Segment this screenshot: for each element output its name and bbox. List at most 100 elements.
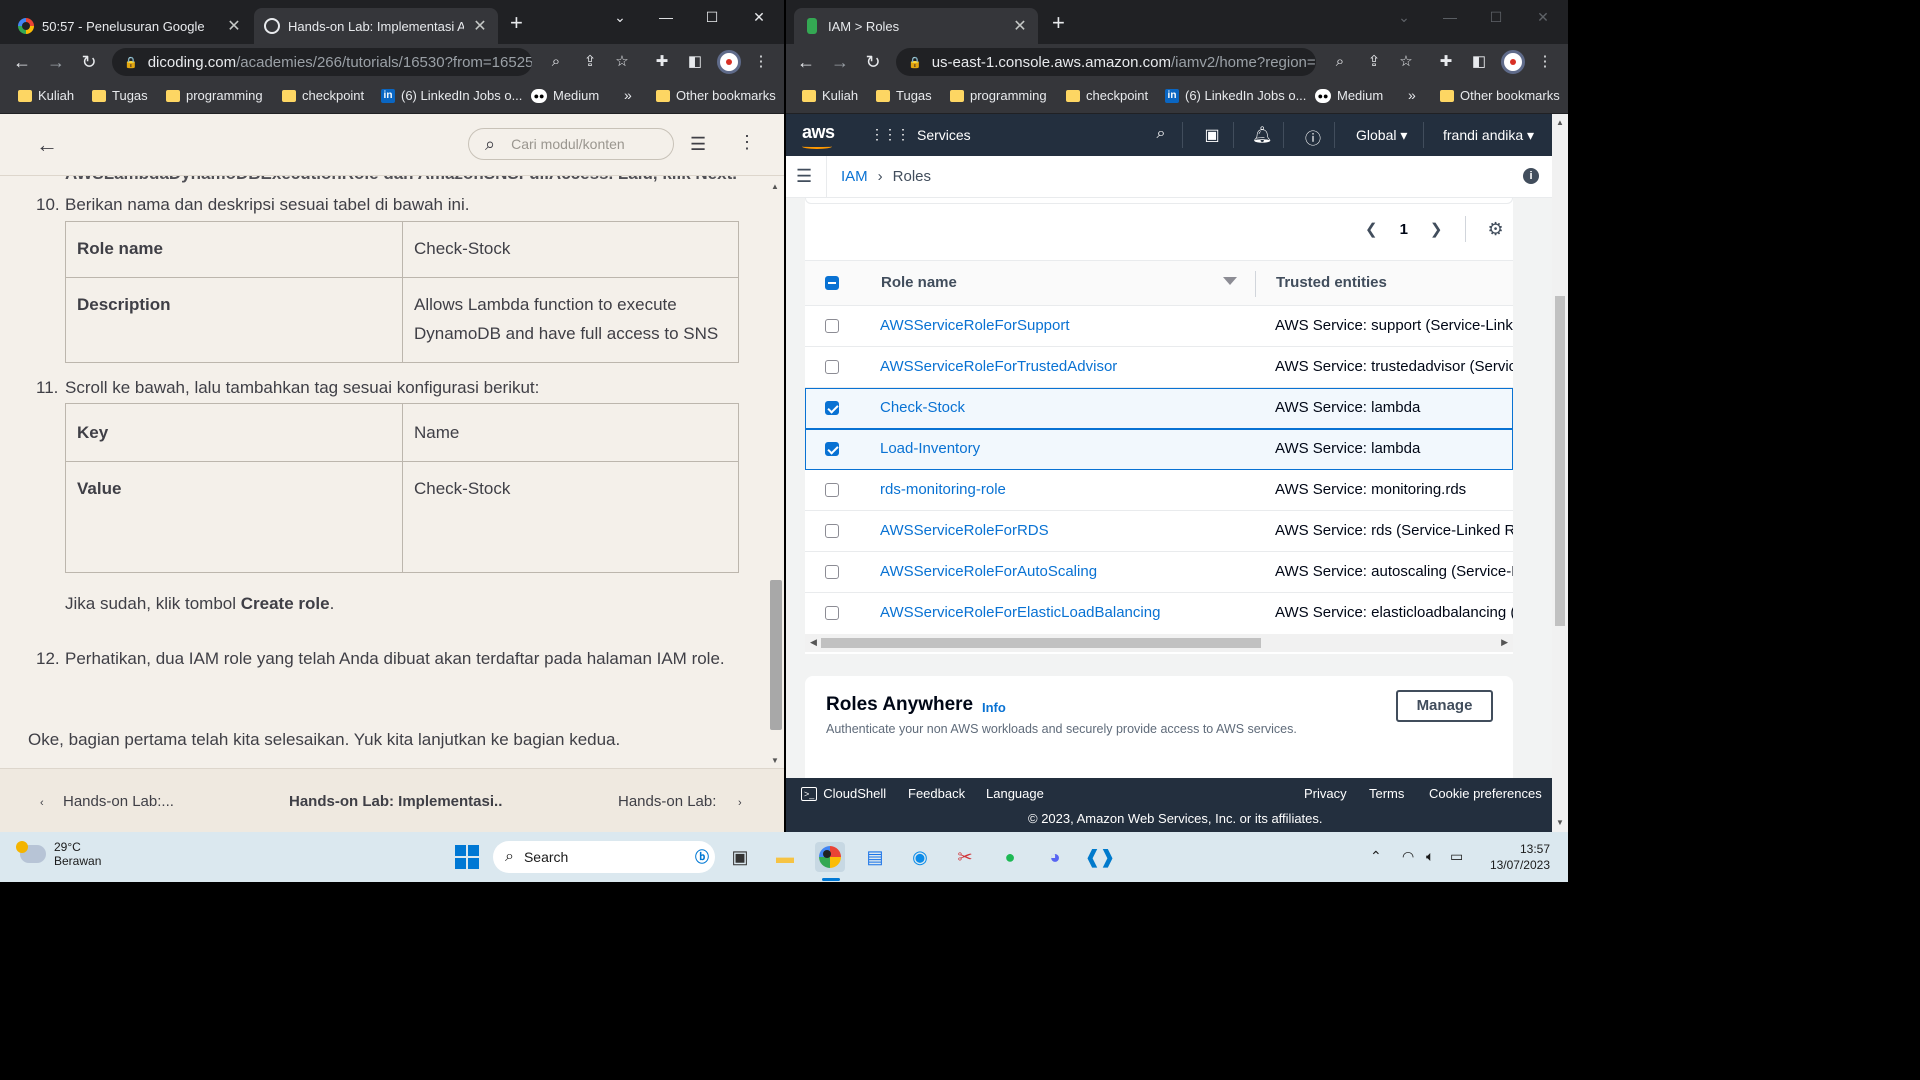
- aws-logo[interactable]: aws: [802, 122, 835, 149]
- maximize-button[interactable]: ☐: [1473, 8, 1519, 26]
- cloudshell-button[interactable]: >_ CloudShell: [801, 786, 886, 801]
- minimize-button[interactable]: —: [1427, 8, 1473, 26]
- wifi-icon[interactable]: ◠: [1402, 848, 1414, 865]
- cookie-preferences-link[interactable]: Cookie preferences: [1429, 786, 1542, 801]
- forward-icon[interactable]: →: [828, 50, 852, 74]
- file-explorer-icon[interactable]: ▬: [770, 842, 800, 872]
- table-row[interactable]: AWSServiceRoleForAutoScaling AWS Service…: [805, 552, 1513, 593]
- other-bookmarks[interactable]: Other bookmarks: [656, 88, 776, 103]
- row-checkbox[interactable]: [825, 319, 839, 333]
- more-options-icon[interactable]: ⋮: [738, 132, 756, 153]
- row-checkbox[interactable]: [825, 606, 839, 620]
- table-row[interactable]: rds-monitoring-role AWS Service: monitor…: [805, 470, 1513, 511]
- table-row-selected[interactable]: Check-Stock AWS Service: lambda: [805, 388, 1513, 429]
- profile-avatar[interactable]: [1501, 50, 1525, 74]
- side-panel-icon[interactable]: ◧: [1469, 52, 1489, 72]
- role-name-link[interactable]: AWSServiceRoleForSupport: [880, 317, 1070, 334]
- extensions-icon[interactable]: ✚: [1436, 52, 1456, 72]
- chrome-icon[interactable]: [815, 842, 845, 872]
- menu-kebab-icon[interactable]: ⋮: [751, 52, 771, 72]
- column-divider[interactable]: [1255, 271, 1256, 297]
- hamburger-menu-icon[interactable]: ☰: [796, 166, 812, 187]
- row-checkbox[interactable]: [825, 442, 839, 456]
- module-list-icon[interactable]: ☰: [690, 134, 706, 155]
- snipping-tool-icon[interactable]: ✂: [950, 842, 980, 872]
- module-search-input[interactable]: ⌕ Cari modul/konten: [468, 128, 674, 160]
- prev-module-link[interactable]: Hands-on Lab:...: [63, 793, 174, 810]
- battery-icon[interactable]: ▭: [1450, 848, 1463, 865]
- bookmark-tugas[interactable]: Tugas: [92, 88, 148, 103]
- table-row[interactable]: AWSServiceRoleForElasticLoadBalancing AW…: [805, 593, 1513, 634]
- bookmark-tugas[interactable]: Tugas: [876, 88, 932, 103]
- bookmark-kuliah[interactable]: Kuliah: [802, 88, 858, 103]
- more-bookmarks-icon[interactable]: »: [1408, 87, 1416, 103]
- manage-button[interactable]: Manage: [1396, 690, 1493, 722]
- row-checkbox[interactable]: [825, 360, 839, 374]
- role-name-link[interactable]: AWSServiceRoleForRDS: [880, 522, 1049, 539]
- notifications-bell-icon[interactable]: 🔔︎: [1252, 125, 1272, 145]
- close-window-button[interactable]: ✕: [736, 8, 782, 26]
- bookmark-linkedin[interactable]: in (6) LinkedIn Jobs o...: [381, 88, 522, 103]
- chevron-left-icon[interactable]: ‹: [40, 797, 44, 809]
- taskbar-search[interactable]: ⌕ Search ⓑ: [493, 841, 715, 873]
- breadcrumb-iam-link[interactable]: IAM: [841, 168, 868, 185]
- reload-icon[interactable]: ↻: [861, 50, 885, 74]
- column-header-trusted-entities[interactable]: Trusted entities: [1276, 274, 1387, 291]
- role-name-link[interactable]: Check-Stock: [880, 399, 965, 416]
- share-icon[interactable]: ⇪: [1364, 52, 1384, 72]
- prev-page-icon[interactable]: ❮: [1365, 220, 1378, 238]
- maximize-button[interactable]: ☐: [689, 8, 735, 26]
- account-menu[interactable]: frandi andika ▾: [1443, 127, 1534, 144]
- services-menu[interactable]: ⋮⋮⋮ Services: [870, 126, 971, 143]
- next-page-icon[interactable]: ❯: [1430, 220, 1443, 238]
- bookmark-medium[interactable]: ●● Medium: [1315, 88, 1383, 103]
- back-arrow-icon[interactable]: ←: [36, 132, 58, 158]
- share-icon[interactable]: ⇪: [580, 52, 600, 72]
- tab-dicoding[interactable]: Hands-on Lab: Implementasi Arsi ✕: [254, 8, 498, 44]
- privacy-link[interactable]: Privacy: [1304, 786, 1347, 801]
- sort-descending-icon[interactable]: [1223, 277, 1237, 285]
- role-name-link[interactable]: AWSServiceRoleForAutoScaling: [880, 563, 1097, 580]
- bookmark-star-icon[interactable]: ☆: [612, 52, 632, 72]
- minimize-button[interactable]: —: [643, 8, 689, 26]
- page-scrollbar[interactable]: ▲ ▼: [768, 176, 784, 768]
- role-name-link[interactable]: rds-monitoring-role: [880, 481, 1006, 498]
- bookmark-medium[interactable]: ●● Medium: [531, 88, 599, 103]
- scroll-up-icon[interactable]: ▲: [771, 182, 779, 191]
- scrollbar-thumb[interactable]: [770, 580, 782, 730]
- close-tab-icon[interactable]: ✕: [226, 16, 242, 36]
- region-selector[interactable]: Global ▾: [1356, 127, 1407, 144]
- address-bar[interactable]: 🔒 dicoding.com/academies/266/tutorials/1…: [112, 48, 532, 76]
- forward-icon[interactable]: →: [44, 50, 68, 74]
- table-row[interactable]: AWSServiceRoleForTrustedAdvisor AWS Serv…: [805, 347, 1513, 388]
- tab-search-icon[interactable]: ⌄: [1381, 8, 1427, 26]
- role-name-link[interactable]: AWSServiceRoleForTrustedAdvisor: [880, 358, 1117, 375]
- discord-icon[interactable]: ◕: [1040, 842, 1070, 872]
- scroll-right-icon[interactable]: ▶: [1501, 637, 1508, 648]
- table-row[interactable]: AWSServiceRoleForSupport AWS Service: su…: [805, 306, 1513, 347]
- scroll-up-icon[interactable]: ▲: [1556, 118, 1564, 127]
- volume-icon[interactable]: 🔈︎: [1426, 848, 1434, 865]
- other-bookmarks[interactable]: Other bookmarks: [1440, 88, 1560, 103]
- close-tab-icon[interactable]: ✕: [1012, 16, 1028, 36]
- row-checkbox[interactable]: [825, 565, 839, 579]
- address-bar[interactable]: 🔒 us-east-1.console.aws.amazon.com/iamv2…: [896, 48, 1316, 76]
- new-tab-button[interactable]: +: [1052, 12, 1065, 34]
- close-window-button[interactable]: ✕: [1520, 8, 1566, 26]
- vscode-icon[interactable]: ❰❱: [1085, 842, 1115, 872]
- spotify-icon[interactable]: ●: [995, 842, 1025, 872]
- select-all-checkbox[interactable]: [825, 276, 839, 290]
- edge-icon[interactable]: ◉: [905, 842, 935, 872]
- system-clock[interactable]: 13:57 13/07/2023: [1484, 841, 1550, 873]
- role-name-link[interactable]: Load-Inventory: [880, 440, 980, 457]
- zoom-icon[interactable]: ⌕: [1330, 52, 1350, 72]
- weather-widget[interactable]: 29°C Berawan: [16, 840, 101, 868]
- tab-google-search[interactable]: 50:57 - Penelusuran Google ✕: [8, 8, 252, 44]
- bookmark-programming[interactable]: programming: [166, 88, 263, 103]
- menu-kebab-icon[interactable]: ⋮: [1535, 52, 1555, 72]
- notepad-icon[interactable]: ▤: [860, 842, 890, 872]
- page-scrollbar[interactable]: ▲ ▼: [1552, 114, 1568, 832]
- feedback-link[interactable]: Feedback: [908, 786, 965, 801]
- scrollbar-thumb[interactable]: [1555, 296, 1565, 626]
- current-page[interactable]: 1: [1400, 221, 1408, 238]
